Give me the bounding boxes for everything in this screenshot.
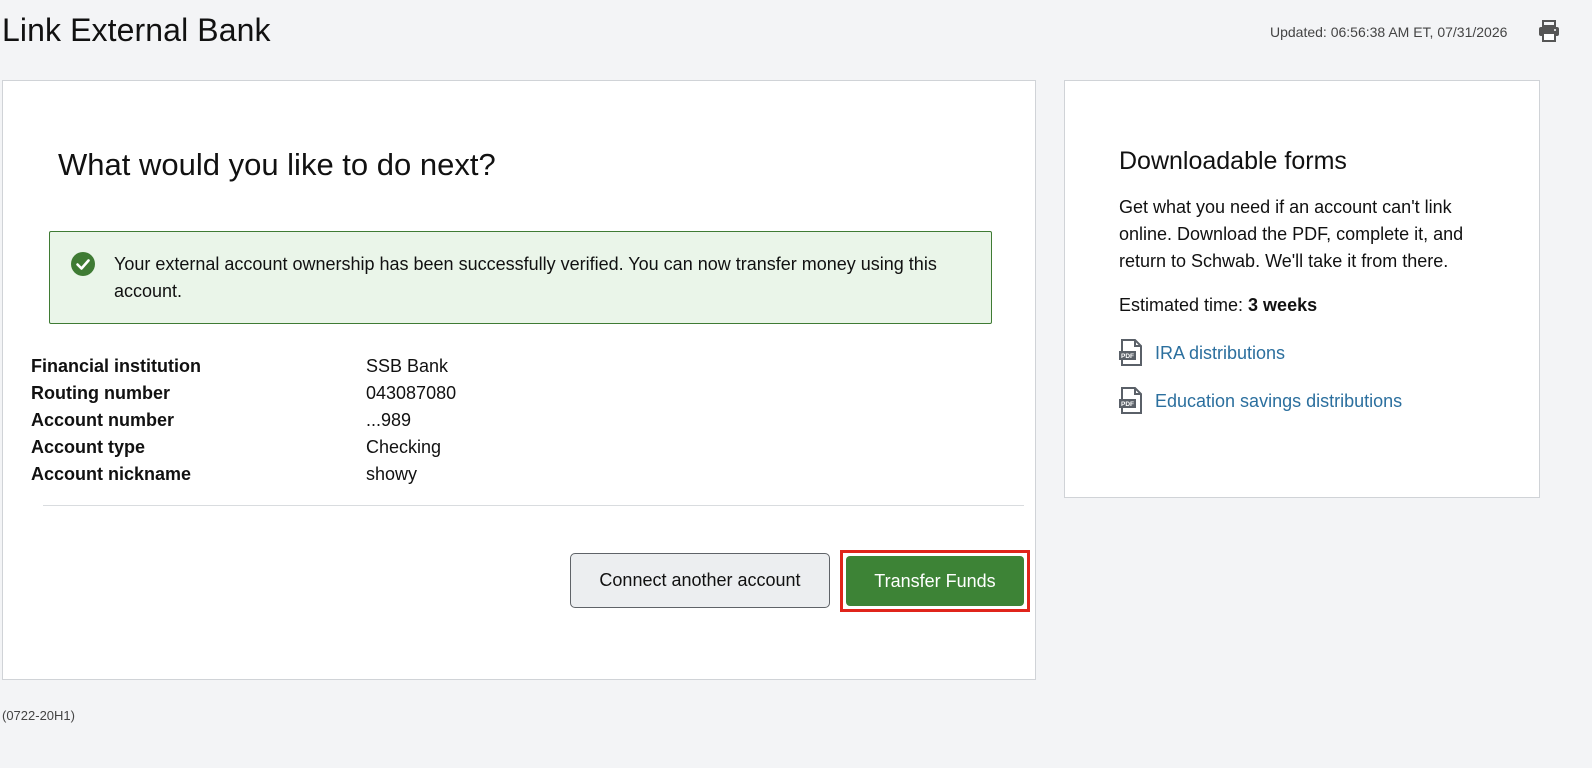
estimated-time: Estimated time: 3 weeks [1119,295,1317,316]
transfer-funds-highlight: Transfer Funds [840,550,1030,612]
connect-another-account-button[interactable]: Connect another account [570,553,830,608]
detail-value: ...989 [366,410,412,430]
check-circle-icon [71,252,95,276]
success-alert: Your external account ownership has been… [49,231,992,324]
printer-icon [1539,20,1559,42]
detail-label: Financial institution [31,356,201,376]
svg-text:PDF: PDF [1121,401,1134,408]
print-button[interactable] [1537,19,1561,43]
detail-row: Account nickname showy [31,461,731,488]
pdf-icon: PDF [1119,387,1142,414]
link-label[interactable]: Education savings distributions [1155,391,1402,412]
detail-row: Financial institution SSB Bank [31,353,731,380]
alert-message: Your external account ownership has been… [114,254,937,301]
svg-text:PDF: PDF [1121,353,1134,360]
detail-value: 043087080 [366,383,457,403]
pdf-icon: PDF [1119,339,1142,366]
detail-label: Account number [31,410,175,430]
downloadable-forms-card: Downloadable forms Get what you need if … [1064,80,1540,498]
detail-value: SSB Bank [366,356,449,376]
estimate-label: Estimated time: [1119,295,1249,315]
estimate-value: 3 weeks [1248,295,1318,315]
transfer-funds-button[interactable]: Transfer Funds [846,556,1024,606]
detail-row: Account number ...989 [31,407,731,434]
divider [43,505,1024,506]
detail-row: Routing number 043087080 [31,380,731,407]
account-details: Financial institution SSB Bank Routing n… [31,353,731,488]
detail-label: Routing number [31,383,170,403]
side-description: Get what you need if an account can't li… [1119,197,1464,271]
page-title: Link External Bank [2,12,271,48]
card-heading: What would you like to do next? [58,147,496,182]
form-link-ira[interactable]: PDF IRA distributions [1119,339,1285,367]
updated-timestamp: Updated: 06:56:38 AM ET, 07/31/2026 [1270,24,1508,40]
side-heading: Downloadable forms [1119,147,1347,175]
link-label[interactable]: IRA distributions [1155,343,1285,364]
footer-code: (0722-20H1) [2,708,75,723]
detail-value: showy [366,464,418,484]
main-card: What would you like to do next? Your ext… [2,80,1036,680]
detail-row: Account type Checking [31,434,731,461]
detail-label: Account nickname [31,464,192,484]
detail-value: Checking [366,437,442,457]
detail-label: Account type [31,437,146,457]
form-link-education-savings[interactable]: PDF Education savings distributions [1119,387,1402,415]
